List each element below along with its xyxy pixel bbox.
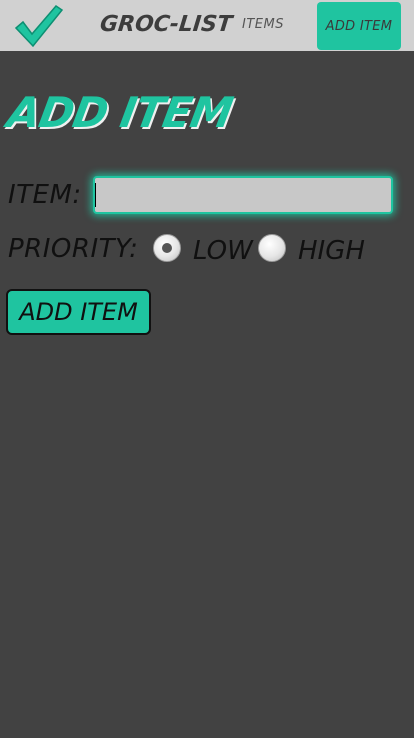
priority-label: PRIORITY: (8, 234, 139, 264)
nav-add-item-link[interactable]: ADD ITEM (317, 2, 401, 50)
nav-items-link[interactable]: ITEMS (242, 17, 284, 32)
navbar: GROC-LIST ITEMS ADD ITEM (0, 0, 414, 51)
radio-selected-dot (162, 243, 172, 253)
app-root: GROC-LIST ITEMS ADD ITEM ADD ITEM ITEM: … (0, 0, 414, 738)
priority-high-radio[interactable] (258, 234, 286, 262)
item-label: ITEM: (8, 180, 82, 210)
item-input[interactable] (93, 176, 393, 214)
priority-high-label[interactable]: HIGH (298, 236, 365, 266)
brand-title[interactable]: GROC-LIST (99, 12, 234, 37)
priority-low-radio[interactable] (153, 234, 181, 262)
checkmark-icon[interactable] (12, 2, 64, 50)
priority-low-label[interactable]: LOW (193, 236, 253, 266)
add-item-button[interactable]: ADD ITEM (6, 289, 151, 335)
text-caret (95, 183, 96, 207)
page-title: ADD ITEM (3, 88, 236, 137)
